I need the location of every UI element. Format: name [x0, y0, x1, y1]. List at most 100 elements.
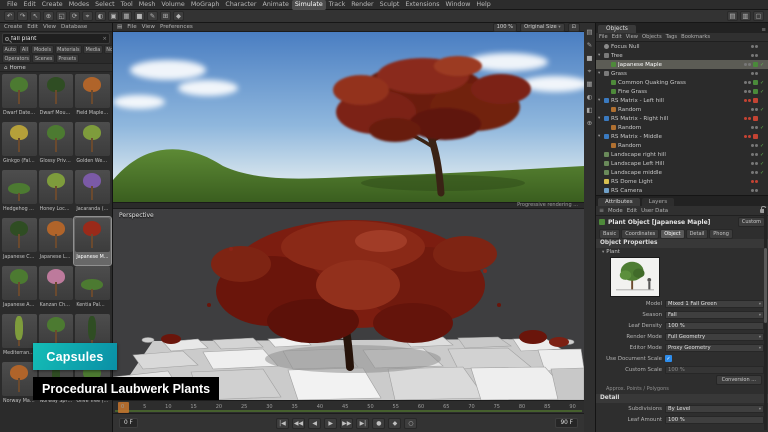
asset-thumbnail[interactable]: Japanese Larch (Fall Plant) [38, 217, 75, 265]
next-frame-button[interactable]: ▶▶ [340, 418, 353, 429]
object-tree-row[interactable]: ▾ RS Matrix - Right hill ✓ [596, 114, 768, 123]
goto-end-button[interactable]: ▶| [356, 418, 369, 429]
object-tree-row[interactable]: Focus Null ✓ [596, 42, 768, 51]
visibility-dots[interactable] [751, 45, 758, 48]
prev-key-button[interactable]: ◀◀ [292, 418, 305, 429]
asset-search-input[interactable]: fall plant × [2, 33, 110, 44]
cube-primitive-icon[interactable]: ■ [134, 11, 145, 21]
menu-item[interactable]: File [4, 0, 21, 10]
menu-item[interactable]: Character [222, 0, 259, 10]
mode-menu[interactable]: Mode [608, 208, 623, 214]
fit-view-icon[interactable]: ⊡ [568, 23, 580, 32]
perspective-viewport[interactable]: Perspective [113, 209, 584, 400]
layout-2-icon[interactable]: ▥ [740, 11, 751, 21]
object-tree-row[interactable]: Landscape right hill ✓ [596, 150, 768, 159]
objects-menu-item[interactable]: Tags [666, 34, 677, 40]
menu-item[interactable]: Help [473, 0, 493, 10]
objects-menu-item[interactable]: Objects [642, 34, 662, 40]
visibility-dots[interactable] [744, 135, 751, 138]
asset-thumbnail[interactable]: Hedgehog Agave (Fall Plant) [1, 169, 38, 217]
enable-check-icon[interactable]: ✓ [760, 62, 766, 68]
asset-browser-menu[interactable]: View [43, 24, 56, 30]
object-tree-row[interactable]: ▾ RS Matrix - Left hill ✓ [596, 96, 768, 105]
render-view[interactable] [113, 32, 584, 202]
menu-item[interactable]: Volume [158, 0, 187, 10]
redo-icon[interactable]: ↷ [17, 11, 28, 21]
objects-menu-item[interactable]: Bookmarks [681, 34, 710, 40]
doc-scale-checkbox[interactable]: ✓ [665, 355, 672, 362]
asset-thumbnail[interactable]: Kentia Palm (Fall Plant) [74, 265, 111, 313]
render-view-menu-file[interactable]: File [127, 24, 136, 30]
menu-item[interactable]: Sculpt [377, 0, 403, 10]
enable-check-icon[interactable]: ✓ [760, 152, 766, 158]
menu-item[interactable]: Window [443, 0, 474, 10]
object-tree-row[interactable]: ▾ RS Matrix - Middle ✓ [596, 132, 768, 141]
visibility-dots[interactable] [751, 162, 758, 165]
cube-icon[interactable]: ■ [586, 54, 592, 62]
menu-item[interactable]: Edit [21, 0, 39, 10]
timeline-ruler[interactable]: 051015202530354045505560657075808590 [113, 400, 584, 413]
record-button[interactable]: ● [372, 418, 385, 429]
asset-filter-button[interactable]: Auto [2, 45, 18, 54]
userdata-menu[interactable]: User Data [641, 208, 668, 214]
attribute-tab[interactable]: Phong [709, 229, 733, 239]
panel-menu-icon[interactable]: ≡ [761, 27, 766, 33]
asset-filter-button[interactable]: All [19, 45, 30, 54]
render-view-icon[interactable]: ▣ [108, 11, 119, 21]
subdivisions-dropdown[interactable]: By Level▾ [665, 405, 764, 413]
attribute-tab[interactable]: Basic [599, 229, 620, 239]
object-tree-row[interactable]: RS Camera ✓ [596, 186, 768, 195]
enable-check-icon[interactable]: ✓ [760, 161, 766, 167]
render-mode-dropdown[interactable]: Full Geometry▾ [665, 333, 764, 341]
menu-item[interactable]: MoGraph [188, 0, 223, 10]
scale-icon[interactable]: ◱ [56, 11, 67, 21]
editor-mode-dropdown[interactable]: Proxy Geometry▾ [665, 344, 764, 352]
visibility-dots[interactable] [744, 117, 751, 120]
snap-icon[interactable]: ◐ [587, 93, 593, 101]
material-chip[interactable] [753, 116, 758, 121]
attribute-tab[interactable]: Object [660, 229, 684, 239]
asset-thumbnail[interactable]: Dwarf Mountain Pine (Fall Plant) [38, 73, 75, 121]
custom-scale-field[interactable]: 100 % [665, 366, 764, 374]
asset-thumbnail[interactable]: Glossy Privet (Fall Plant) [38, 121, 75, 169]
pen-spline-icon[interactable]: ✎ [147, 11, 158, 21]
asset-thumbnail[interactable]: Golden Weeping Willow (Fall Plant) [74, 121, 111, 169]
object-tree-row[interactable]: Landscape middle ✓ [596, 168, 768, 177]
enable-check-icon[interactable]: ✓ [760, 107, 766, 113]
leaf-amount-field[interactable]: 100 % [665, 416, 764, 424]
asset-filter-button[interactable]: Nodes [104, 45, 113, 54]
attribute-tab[interactable]: Coordinates [621, 229, 659, 239]
object-tree-row[interactable]: ▾ Grass ✓ [596, 69, 768, 78]
breadcrumb[interactable]: Home [10, 65, 26, 71]
end-frame-field[interactable]: 90 F [555, 418, 578, 428]
visibility-dots[interactable] [744, 63, 751, 66]
keyframe-button[interactable]: ◆ [388, 418, 401, 429]
object-tree-row[interactable]: RS Dome Light ✓ [596, 177, 768, 186]
clear-search-icon[interactable]: × [102, 36, 107, 42]
objects-menu-item[interactable]: View [626, 34, 638, 40]
menu-item[interactable]: Tool [118, 0, 136, 10]
edit-menu[interactable]: Edit [627, 208, 637, 214]
asset-thumbnail[interactable]: Honey Locust (Fall Plant) [38, 169, 75, 217]
asset-filter-button[interactable]: Materials [55, 45, 82, 54]
object-tree-row[interactable]: Random ✓ [596, 141, 768, 150]
asset-section-button[interactable]: Operators [2, 54, 31, 63]
render-settings-icon[interactable]: ▦ [121, 11, 132, 21]
simulate-icon[interactable]: ◆ [173, 11, 184, 21]
layout-3-icon[interactable]: ▢ [753, 11, 764, 21]
visibility-dots[interactable] [744, 90, 751, 93]
plant-parameter-row[interactable]: ▾ Plant [596, 248, 768, 256]
asset-filter-button[interactable]: Media [83, 45, 103, 54]
menu-item[interactable]: Track [326, 0, 348, 10]
asset-section-button[interactable]: Scenes [32, 54, 54, 63]
tab-layers[interactable]: Layers [642, 198, 675, 206]
enable-check-icon[interactable]: ✓ [760, 89, 766, 95]
menu-item[interactable]: Create [39, 0, 66, 10]
model-dropdown[interactable]: Mixed 1 Fall Green▾ [665, 300, 764, 308]
menu-item[interactable]: Animate [260, 0, 292, 10]
menu-item[interactable]: Render [348, 0, 376, 10]
burger-icon[interactable]: ≡ [599, 207, 604, 214]
pen-icon[interactable]: ✎ [587, 41, 592, 49]
grid-icon[interactable]: ▦ [586, 80, 592, 88]
asset-thumbnail[interactable]: Japanese Maple (Fall Plant) [74, 217, 111, 265]
